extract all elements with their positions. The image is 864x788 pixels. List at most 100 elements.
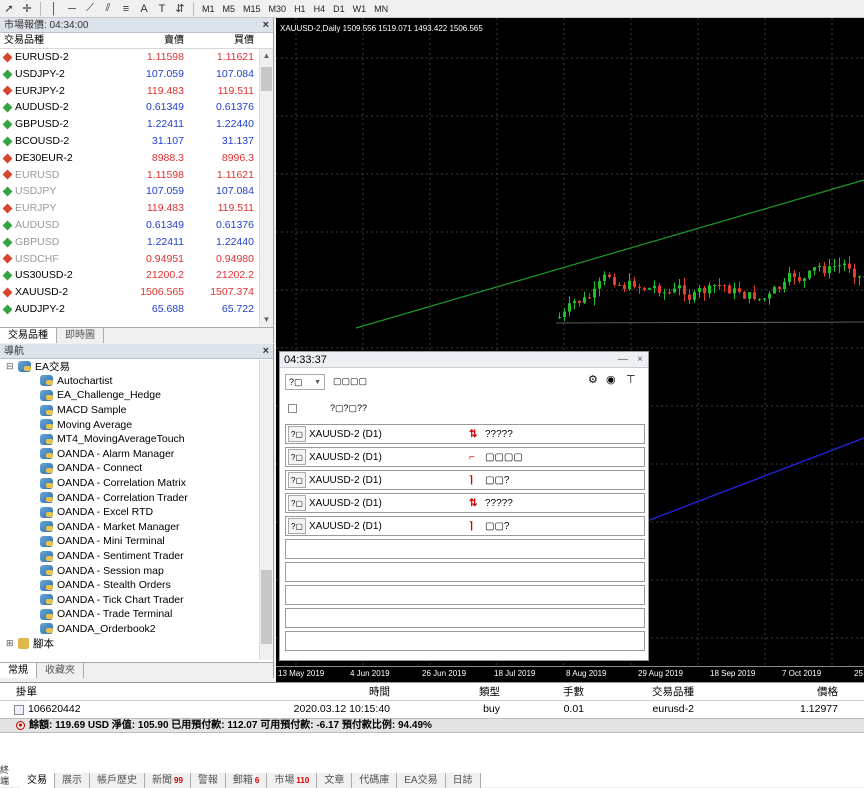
terminal-tab[interactable]: 新聞 99 xyxy=(145,773,191,788)
timeframe-h1[interactable]: H1 xyxy=(290,4,310,14)
order-row[interactable]: 106620442 2020.03.12 10:15:40 buy 0.01 e… xyxy=(0,701,864,718)
vertical-line-icon[interactable]: │ xyxy=(45,1,63,17)
close-icon[interactable]: × xyxy=(637,352,643,368)
market-row[interactable]: BCOUSD-2 31.107 31.137 xyxy=(0,133,273,150)
market-row[interactable]: USDJPY-2 107.059 107.084 xyxy=(0,66,273,83)
dialog-dropdown[interactable]: ?▢ ▼ xyxy=(285,374,325,390)
tree-root-expert-advisors[interactable]: ⊟ EA交易 xyxy=(0,359,273,374)
terminal-tab[interactable]: 代碼庫 xyxy=(352,773,398,788)
market-row[interactable]: AUDUSD 0.61349 0.61376 xyxy=(0,217,273,234)
horizontal-line-icon[interactable]: ─ xyxy=(63,1,81,17)
navigator-item[interactable]: OANDA - Stealth Orders xyxy=(0,578,273,593)
market-row[interactable]: USDCHF 0.94951 0.94980 xyxy=(0,251,273,268)
navigator-item[interactable]: MACD Sample xyxy=(0,403,273,418)
alert-row[interactable]: ?▢ XAUUSD-2 (D1) ⌉ ▢▢? xyxy=(285,470,645,490)
col-ask[interactable]: 買價 xyxy=(184,33,256,48)
alert-row[interactable]: ?▢ XAUUSD-2 (D1) ⇅????? xyxy=(285,424,645,444)
col-symbol[interactable]: 交易品種 xyxy=(584,683,694,700)
market-row[interactable]: AUDJPY-2 65.688 65.722 xyxy=(0,301,273,318)
alert-row[interactable]: ?▢ XAUUSD-2 (D1) ⌐ ▢▢▢▢ xyxy=(285,447,645,467)
text-icon[interactable]: A xyxy=(135,1,153,17)
terminal-tab[interactable]: 帳戶歷史 xyxy=(90,773,145,788)
scroll-down-icon[interactable]: ▼ xyxy=(262,315,271,325)
navigator-item[interactable]: OANDA - Trade Terminal xyxy=(0,607,273,622)
navigator-item[interactable]: OANDA - Connect xyxy=(0,461,273,476)
terminal-tab[interactable]: EA交易 xyxy=(397,773,446,788)
minimize-icon[interactable]: — xyxy=(618,352,628,368)
market-row[interactable]: EURUSD-2 1.11598 1.11621 xyxy=(0,49,273,66)
market-row[interactable]: EURJPY-2 119.483 119.511 xyxy=(0,83,273,100)
navigator-item[interactable]: OANDA_Orderbook2 xyxy=(0,622,273,637)
navigator-item[interactable]: OANDA - Correlation Trader xyxy=(0,490,273,505)
terminal-tab[interactable]: 文章 xyxy=(317,773,353,788)
arrows-icon[interactable]: ⇵ xyxy=(171,1,189,17)
market-row[interactable]: USDJPY 107.059 107.084 xyxy=(0,183,273,200)
market-row[interactable]: AUDUSD-2 0.61349 0.61376 xyxy=(0,99,273,116)
market-row[interactable]: GBPUSD 1.22411 1.22440 xyxy=(0,234,273,251)
col-bid[interactable]: 賣價 xyxy=(116,33,184,48)
cursor-icon[interactable]: ➚ xyxy=(0,1,18,17)
col-symbol[interactable]: 交易品種 xyxy=(0,33,116,48)
target-icon[interactable]: ◉ xyxy=(606,373,616,386)
tab-favorites[interactable]: 收藏夾 xyxy=(37,663,84,678)
close-icon[interactable]: × xyxy=(263,344,269,359)
timeframe-m30[interactable]: M30 xyxy=(265,4,291,14)
alert-toggle-button[interactable]: ?▢ xyxy=(288,426,306,442)
collapse-icon[interactable]: ⊟ xyxy=(6,361,18,372)
navigator-item[interactable]: OANDA - Alarm Manager xyxy=(0,447,273,462)
timeframe-m15[interactable]: M15 xyxy=(239,4,265,14)
navigator-item[interactable]: EA_Challenge_Hedge xyxy=(0,388,273,403)
col-price[interactable]: 價格 xyxy=(694,683,844,700)
market-row[interactable]: DE30EUR-2 8988.3 8996.3 xyxy=(0,150,273,167)
navigator-item[interactable]: OANDA - Sentiment Trader xyxy=(0,549,273,564)
navigator-item[interactable]: OANDA - Session map xyxy=(0,563,273,578)
text-label-icon[interactable]: T xyxy=(153,1,171,17)
terminal-tab[interactable]: 警報 xyxy=(190,773,226,788)
channel-icon[interactable]: ⫽ xyxy=(99,1,117,17)
alert-row[interactable]: ?▢ XAUUSD-2 (D1) ⌉ ▢▢? xyxy=(285,516,645,536)
col-type[interactable]: 類型 xyxy=(390,683,500,700)
market-row[interactable]: US30USD-2 21200.2 21202.2 xyxy=(0,267,273,284)
dialog-checkbox[interactable] xyxy=(288,404,297,413)
market-watch-scrollbar[interactable]: ▲ ▼ xyxy=(259,49,273,327)
timeframe-d1[interactable]: D1 xyxy=(329,4,349,14)
timeframe-mn[interactable]: MN xyxy=(370,4,392,14)
alert-toggle-button[interactable]: ?▢ xyxy=(288,472,306,488)
terminal-tab[interactable]: 交易 xyxy=(20,773,55,788)
market-row[interactable]: EURUSD 1.11598 1.11621 xyxy=(0,167,273,184)
timeframe-m1[interactable]: M1 xyxy=(198,4,219,14)
tree-scripts[interactable]: ⊞ 腳本 xyxy=(0,636,273,651)
navigator-item[interactable]: Moving Average xyxy=(0,417,273,432)
alert-toggle-button[interactable]: ?▢ xyxy=(288,449,306,465)
gear-icon[interactable]: ⚙ xyxy=(588,373,598,386)
filter-icon[interactable]: ⊤ xyxy=(626,373,636,386)
fibonacci-icon[interactable]: ≡ xyxy=(117,1,135,17)
scroll-thumb[interactable] xyxy=(261,570,272,644)
terminal-tab[interactable]: 日誌 xyxy=(445,773,481,788)
terminal-tab[interactable]: 郵箱 6 xyxy=(225,773,268,788)
col-lots[interactable]: 手數 xyxy=(500,683,584,700)
navigator-item[interactable]: OANDA - Tick Chart Trader xyxy=(0,593,273,608)
navigator-item[interactable]: MT4_MovingAverageTouch xyxy=(0,432,273,447)
crosshair-icon[interactable]: ✛ xyxy=(18,1,36,17)
navigator-item[interactable]: OANDA - Excel RTD xyxy=(0,505,273,520)
scroll-up-icon[interactable]: ▲ xyxy=(262,51,271,61)
navigator-scrollbar[interactable] xyxy=(259,360,273,660)
alert-toggle-button[interactable]: ?▢ xyxy=(288,495,306,511)
tab-common[interactable]: 常規 xyxy=(0,663,37,678)
market-row[interactable]: XAUUSD-2 1506.565 1507.374 xyxy=(0,284,273,301)
col-time[interactable]: 時間 xyxy=(150,683,390,700)
scroll-thumb[interactable] xyxy=(261,67,272,91)
col-order[interactable]: 掛單 xyxy=(0,683,150,700)
terminal-tab[interactable]: 展示 xyxy=(55,773,90,788)
navigator-item[interactable]: OANDA - Market Manager xyxy=(0,520,273,535)
alert-toggle-button[interactable]: ?▢ xyxy=(288,518,306,534)
navigator-item[interactable]: Autochartist xyxy=(0,374,273,389)
terminal-tab[interactable]: 市場 110 xyxy=(267,773,318,788)
market-row[interactable]: GBPUSD-2 1.22411 1.22440 xyxy=(0,116,273,133)
timeframe-h4[interactable]: H4 xyxy=(310,4,330,14)
close-icon[interactable]: × xyxy=(263,18,269,33)
tab-tick-chart[interactable]: 即時圖 xyxy=(57,328,104,343)
alert-row[interactable]: ?▢ XAUUSD-2 (D1) ⇅????? xyxy=(285,493,645,513)
navigator-item[interactable]: OANDA - Mini Terminal xyxy=(0,534,273,549)
